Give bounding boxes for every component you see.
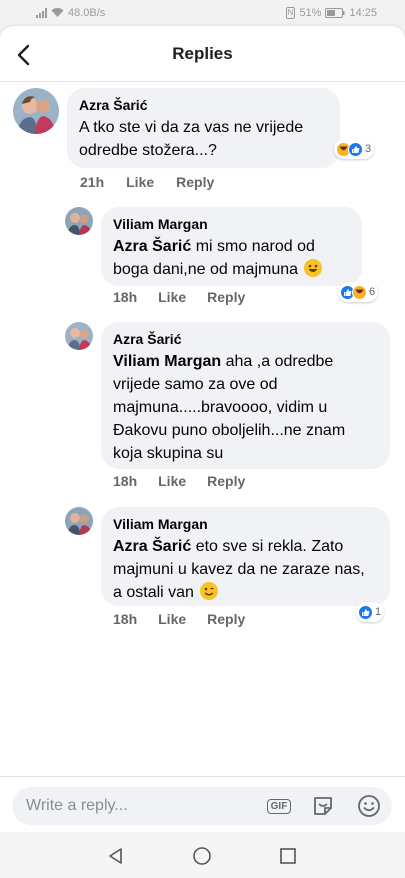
mention-link[interactable]: Azra Šarić <box>113 538 191 555</box>
like-reaction-icon <box>348 141 363 157</box>
comment-time[interactable]: 18h <box>113 289 137 305</box>
reaction-count: 6 <box>369 286 376 298</box>
comment-actions: 18h Like Reply <box>113 473 245 489</box>
reaction-count: 3 <box>365 143 372 155</box>
haha-reaction-icon <box>352 284 367 300</box>
comment-author[interactable]: Azra Šarić <box>79 96 328 114</box>
mention-link[interactable]: Viliam Margan <box>113 353 221 370</box>
signal-icon <box>36 8 47 18</box>
comment-author[interactable]: Azra Šarić <box>113 330 378 348</box>
gif-icon: GIF <box>266 798 292 814</box>
sticker-button[interactable] <box>309 793 337 819</box>
clock: 14:25 <box>349 7 377 19</box>
system-nav-bar <box>0 832 405 878</box>
battery-percent: 51% <box>299 7 322 19</box>
triangle-back-icon <box>109 848 122 864</box>
like-button[interactable]: Like <box>126 174 154 190</box>
like-button[interactable]: Like <box>158 473 186 489</box>
comment-text: Azra Šarić mi smo narod od boga dani,ne … <box>113 235 350 281</box>
comment-actions: 21h Like Reply <box>80 174 214 190</box>
like-button[interactable]: Like <box>158 611 186 627</box>
avatar[interactable] <box>65 507 93 535</box>
reply-button[interactable]: Reply <box>207 473 245 489</box>
reaction-summary[interactable]: 6 <box>338 282 379 302</box>
winking-emoji-icon <box>200 582 219 600</box>
status-bar: 48.0B/s N 51% 14:25 <box>0 0 405 26</box>
avatar[interactable] <box>65 322 93 350</box>
comment-actions: 18h Like Reply <box>113 611 245 627</box>
avatar[interactable] <box>13 88 59 134</box>
nfc-icon: N <box>285 7 296 19</box>
reply-button[interactable]: Reply <box>176 174 214 190</box>
page-title: Replies <box>172 44 233 63</box>
mention-link[interactable]: Azra Šarić <box>113 238 191 255</box>
comment-bubble: Azra Šarić Viliam Margan aha ,a odredbe … <box>101 322 390 469</box>
comment-text: A tko ste vi da za vas ne vrijede odredb… <box>79 119 304 159</box>
nav-recents-button[interactable] <box>276 844 300 868</box>
reply-composer: GIF <box>0 776 405 832</box>
comment-bubble: Viliam Margan Azra Šarić mi smo narod od… <box>101 207 362 286</box>
nav-back-button[interactable] <box>104 844 128 868</box>
reaction-summary[interactable]: 1 <box>356 602 385 622</box>
nav-home-button[interactable] <box>190 844 214 868</box>
like-reaction-icon <box>358 604 373 620</box>
battery-icon <box>325 8 345 18</box>
comment-time[interactable]: 21h <box>80 174 104 190</box>
comment-bubble: Viliam Margan Azra Šarić eto sve si rekl… <box>101 507 390 606</box>
comment-author[interactable]: Viliam Margan <box>113 515 378 533</box>
circle-home-icon <box>193 847 211 865</box>
comment-time[interactable]: 18h <box>113 473 137 489</box>
reply-button[interactable]: Reply <box>207 289 245 305</box>
reply-button[interactable]: Reply <box>207 611 245 627</box>
square-recents-icon <box>280 848 296 864</box>
comment-text: Azra Šarić eto sve si rekla. Zato majmun… <box>113 535 378 604</box>
comment-text: Viliam Margan aha ,a odredbe vrijede sam… <box>113 350 378 465</box>
reaction-summary[interactable]: 3 <box>334 139 375 159</box>
comment-bubble: Azra Šarić A tko ste vi da za vas ne vri… <box>67 88 340 168</box>
comment-actions: 18h Like Reply <box>113 289 245 305</box>
reaction-count: 1 <box>375 606 382 618</box>
comment-author[interactable]: Viliam Margan <box>113 215 350 233</box>
sticker-icon <box>314 797 332 815</box>
header: Replies <box>0 26 405 82</box>
comment-time[interactable]: 18h <box>113 611 137 627</box>
network-speed: 48.0B/s <box>68 7 106 19</box>
smiley-icon <box>358 795 380 817</box>
emoji-button[interactable] <box>355 793 383 819</box>
avatar[interactable] <box>65 207 93 235</box>
wifi-icon <box>51 8 64 17</box>
gif-button[interactable]: GIF <box>265 793 293 819</box>
like-button[interactable]: Like <box>158 289 186 305</box>
grinning-emoji-icon <box>304 259 323 277</box>
